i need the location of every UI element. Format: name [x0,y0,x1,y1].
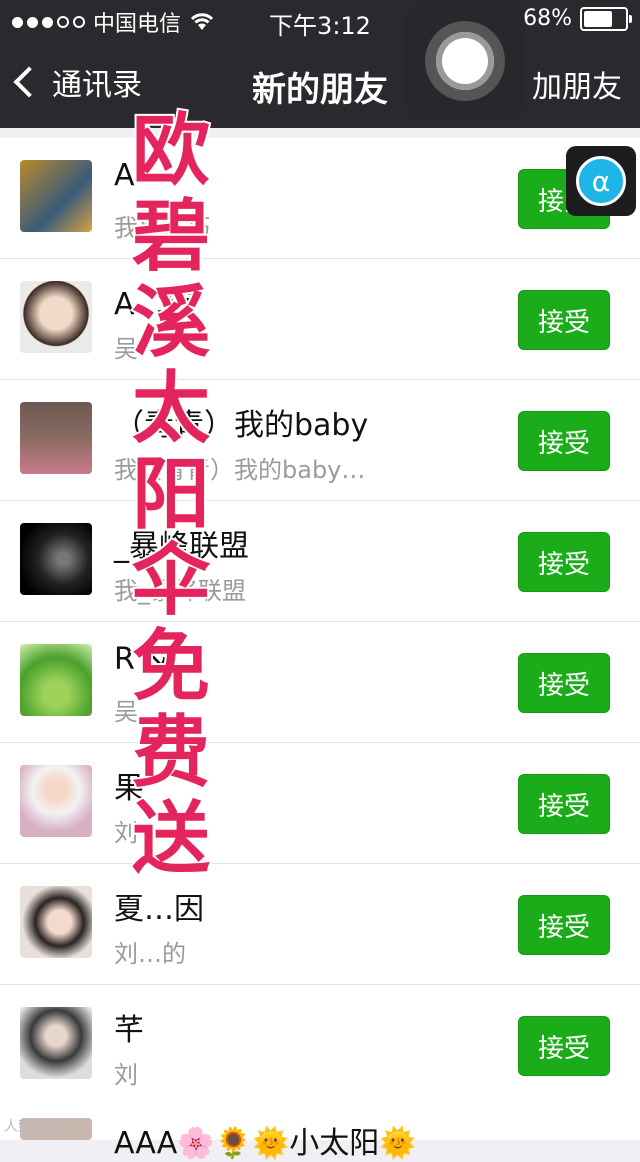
friend-name: AAA🌸🌻🌞小太阳🌞 [114,1126,417,1161]
overlay-char: 阳 [130,450,212,540]
accept-button[interactable]: 接受 [518,532,610,592]
overlay-char: 伞 [130,536,212,626]
overlay-char: 太 [130,364,212,454]
accept-button[interactable]: 接受 [518,774,610,834]
overlay-char: 欧 [130,106,212,196]
list-item[interactable]: R & 吴 接受 [0,622,640,743]
add-friend-button[interactable]: 加朋友 [532,62,622,106]
friend-name: 夏…因 [114,892,204,927]
overlay-char: 送 [130,794,212,884]
friend-name: 芊 [114,1013,144,1048]
overlay-char: 免 [130,622,212,712]
accept-button[interactable]: 接受 [518,411,610,471]
battery-icon [580,6,632,31]
list-item[interactable]: A…璇 吴 接受 [0,259,640,380]
status-bar: 中国电信 下午3:12 68% [0,0,640,40]
avatar [20,402,92,474]
avatar [20,281,92,353]
list-item[interactable]: （青青）我的baby 我（青青）我的baby… 接受 [0,380,640,501]
list-item[interactable]: A 我是…巧 接受 [0,138,640,259]
accept-button[interactable]: 接受 [518,1016,610,1076]
friend-message: 刘 [114,1061,138,1089]
list-item[interactable]: 果 刘 接受 [0,743,640,864]
overlay-char: 碧 [130,192,212,282]
watermark: 人致致信 [4,1119,60,1135]
list-item[interactable]: _暴峰联盟 我_暴峰联盟 接受 [0,501,640,622]
avatar [20,644,92,716]
promo-overlay-text: 欧 碧 溪 太 阳 伞 免 费 送 [116,106,226,884]
assistive-touch-button[interactable] [406,2,524,120]
accept-button[interactable]: 接受 [518,290,610,350]
list-item[interactable]: 夏…因 刘…的 接受 [0,864,640,985]
list-item-partial[interactable]: AAA🌸🌻🌞小太阳🌞 [0,1100,640,1161]
avatar [20,886,92,958]
avatar [20,160,92,232]
friend-message: 刘…的 [114,940,186,968]
alpha-app-icon[interactable]: α [566,146,636,216]
friend-request-list: A 我是…巧 接受 A…璇 吴 接受 （青青）我的baby 我（青青）我的bab… [0,138,640,1106]
status-right: 68% [523,6,632,31]
nav-bar: 通讯录 新的朋友 加朋友 [0,40,640,128]
alpha-icon: α [576,156,626,206]
assistive-center [436,32,494,90]
avatar [20,1007,92,1079]
overlay-char: 费 [130,708,212,798]
avatar [20,523,92,595]
avatar [20,765,92,837]
accept-button[interactable]: 接受 [518,653,610,713]
battery-percent: 68% [523,6,572,31]
overlay-char: 溪 [130,278,212,368]
list-item[interactable]: 芊 刘 接受 [0,985,640,1106]
accept-button[interactable]: 接受 [518,895,610,955]
